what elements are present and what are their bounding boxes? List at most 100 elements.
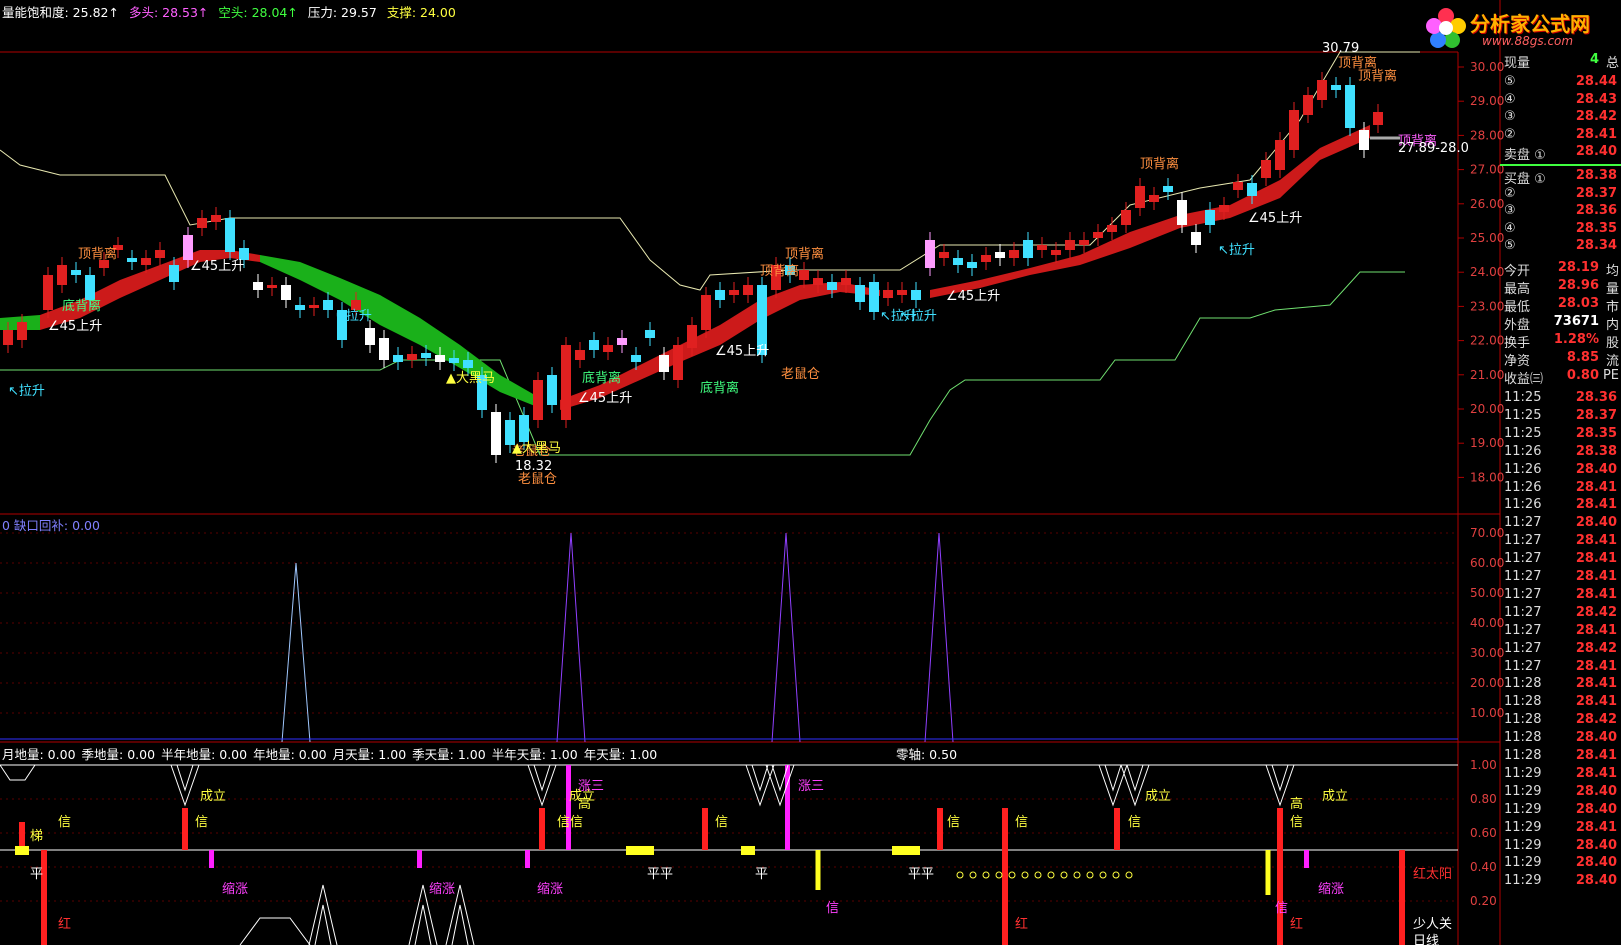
candle-body xyxy=(365,328,375,345)
quote-value: 28.44 xyxy=(1575,74,1617,89)
signal-annotation: 信 xyxy=(58,815,71,830)
signal-dot xyxy=(1112,871,1120,879)
candle-body xyxy=(253,282,263,290)
tick-row[interactable]: 11:27 28.41 xyxy=(1500,551,1621,567)
candle-body xyxy=(673,345,683,380)
candle-body xyxy=(71,270,81,275)
v-signal-shape xyxy=(176,764,194,792)
bottom-legend-item: 季天量: 1.00 xyxy=(412,747,486,762)
quote-value: 28.34 xyxy=(1575,238,1617,253)
quote-stat[interactable]: 净资 8.85 流 xyxy=(1500,350,1621,369)
candle-body xyxy=(939,252,949,258)
chart-annotation: 顶背离 xyxy=(1358,68,1397,84)
candle-body xyxy=(575,350,585,360)
tick-row[interactable]: 11:26 28.41 xyxy=(1500,480,1621,496)
tick-row[interactable]: 11:25 28.37 xyxy=(1500,408,1621,424)
tick-row[interactable]: 11:28 28.41 xyxy=(1500,748,1621,764)
quote-stat[interactable]: 外盘 73671 内 xyxy=(1500,314,1621,333)
tick-row[interactable]: 11:26 28.38 xyxy=(1500,444,1621,460)
main-chart[interactable]: 30.0029.0028.0027.0026.0025.0024.0023.00… xyxy=(0,0,1621,945)
tick-row[interactable]: 11:27 28.41 xyxy=(1500,623,1621,639)
tick-row[interactable]: 11:29 28.40 xyxy=(1500,802,1621,818)
signal-dot xyxy=(1034,871,1042,879)
signal-bar xyxy=(1114,808,1120,850)
quote-label: ④ xyxy=(1504,220,1516,236)
candle-body xyxy=(1121,210,1131,225)
signal-annotation: 平 xyxy=(755,867,768,882)
quote-label: 11:27 xyxy=(1504,551,1542,567)
signal-annotation: 红 xyxy=(1290,916,1303,932)
tick-row[interactable]: 11:27 28.40 xyxy=(1500,515,1621,531)
candle-body xyxy=(519,415,529,442)
buy-level[interactable]: ② 28.37 xyxy=(1500,186,1621,204)
quote-label: ③ xyxy=(1504,109,1516,124)
sell-level[interactable]: ③ 28.42 xyxy=(1500,109,1621,127)
quote-stat[interactable]: 最低 28.03 市 xyxy=(1500,296,1621,315)
quote-label: ⑤ xyxy=(1504,74,1516,89)
quote-label: 今开 xyxy=(1504,264,1531,279)
sell-level[interactable]: ② 28.41 xyxy=(1500,127,1621,145)
quote-value: 0.80 xyxy=(1566,368,1599,383)
quote-value: 28.41 xyxy=(1575,126,1617,142)
sell-level[interactable]: ⑤ 28.44 xyxy=(1500,74,1621,92)
candle-body xyxy=(1303,95,1313,115)
signal-bar xyxy=(741,846,755,855)
bid-ask-divider xyxy=(1500,164,1621,166)
quote-stat[interactable]: 收益㈢ 0.80 PE xyxy=(1500,368,1621,387)
tick-row[interactable]: 11:27 28.41 xyxy=(1500,587,1621,603)
tick-row[interactable]: 11:28 28.41 xyxy=(1500,676,1621,692)
tick-row[interactable]: 11:26 28.41 xyxy=(1500,497,1621,513)
tick-row[interactable]: 11:29 28.41 xyxy=(1500,766,1621,782)
buy-level[interactable]: 买盘 ① 28.38 xyxy=(1500,168,1621,187)
tick-row[interactable]: 11:29 28.40 xyxy=(1500,838,1621,854)
sell-level[interactable]: 卖盘 ① 28.40 xyxy=(1500,144,1621,163)
quote-value: 28.41 xyxy=(1575,479,1617,495)
signal-bar xyxy=(1002,808,1008,850)
buy-level[interactable]: ⑤ 28.34 xyxy=(1500,238,1621,256)
tick-row[interactable]: 11:27 28.41 xyxy=(1500,569,1621,585)
signal-annotation: 平平 xyxy=(647,867,673,882)
quote-value: 28.42 xyxy=(1575,640,1617,656)
quote-value: 28.03 xyxy=(1557,296,1599,311)
candle-body xyxy=(1331,85,1341,90)
quote-value: 4 xyxy=(1589,52,1599,67)
tick-row[interactable]: 11:29 28.40 xyxy=(1500,784,1621,800)
quote-stat[interactable]: 今开 28.19 均 xyxy=(1500,260,1621,279)
signal-annotation: 日线 xyxy=(1413,934,1439,945)
bottom-legend-item: 月地量: 0.00 xyxy=(2,747,76,762)
signal-annotation: 信 xyxy=(715,815,728,830)
chart-annotation: ∠45上升 xyxy=(190,259,244,274)
chart-annotation: ↖拉升 xyxy=(335,309,372,324)
quote-value: 28.37 xyxy=(1575,185,1617,201)
tick-row[interactable]: 11:27 28.42 xyxy=(1500,641,1621,657)
tick-row[interactable]: 11:27 28.41 xyxy=(1500,533,1621,549)
tick-row[interactable]: 11:29 28.40 xyxy=(1500,855,1621,871)
candle-body xyxy=(967,262,977,268)
signal-annotation: 红 xyxy=(58,916,71,932)
v-signal-shape xyxy=(1104,764,1122,792)
tick-row[interactable]: 11:26 28.40 xyxy=(1500,462,1621,478)
tick-row[interactable]: 11:28 28.42 xyxy=(1500,712,1621,728)
tick-row[interactable]: 11:28 28.41 xyxy=(1500,694,1621,710)
sell-level[interactable]: ④ 28.43 xyxy=(1500,92,1621,110)
quote-value: 28.41 xyxy=(1575,676,1617,692)
tick-row[interactable]: 11:25 28.36 xyxy=(1500,390,1621,406)
quote-label: ③ xyxy=(1504,203,1516,218)
tick-row[interactable]: 11:27 28.42 xyxy=(1500,605,1621,621)
candle-body xyxy=(547,375,557,405)
buy-level[interactable]: ④ 28.35 xyxy=(1500,221,1621,239)
quote-stat[interactable]: 换手 1.28% 股 xyxy=(1500,332,1621,351)
tick-row[interactable]: 11:25 28.35 xyxy=(1500,426,1621,442)
tick-row[interactable]: 11:28 28.40 xyxy=(1500,730,1621,746)
tick-row[interactable]: 11:29 28.41 xyxy=(1500,820,1621,836)
signal-annotation: 梯 xyxy=(30,829,43,844)
quote-label: 11:29 xyxy=(1504,819,1542,835)
buy-level[interactable]: ③ 28.36 xyxy=(1500,203,1621,221)
tick-row[interactable]: 11:29 28.40 xyxy=(1500,873,1621,889)
quote-current-volume[interactable]: 现量 4 总 xyxy=(1500,52,1621,71)
quote-value: 28.40 xyxy=(1575,144,1617,159)
quote-stat[interactable]: 最高 28.96 量 xyxy=(1500,278,1621,297)
gap-peak-2 xyxy=(556,532,586,743)
tick-row[interactable]: 11:27 28.41 xyxy=(1500,659,1621,675)
signal-annotation: 成立 xyxy=(200,789,226,804)
